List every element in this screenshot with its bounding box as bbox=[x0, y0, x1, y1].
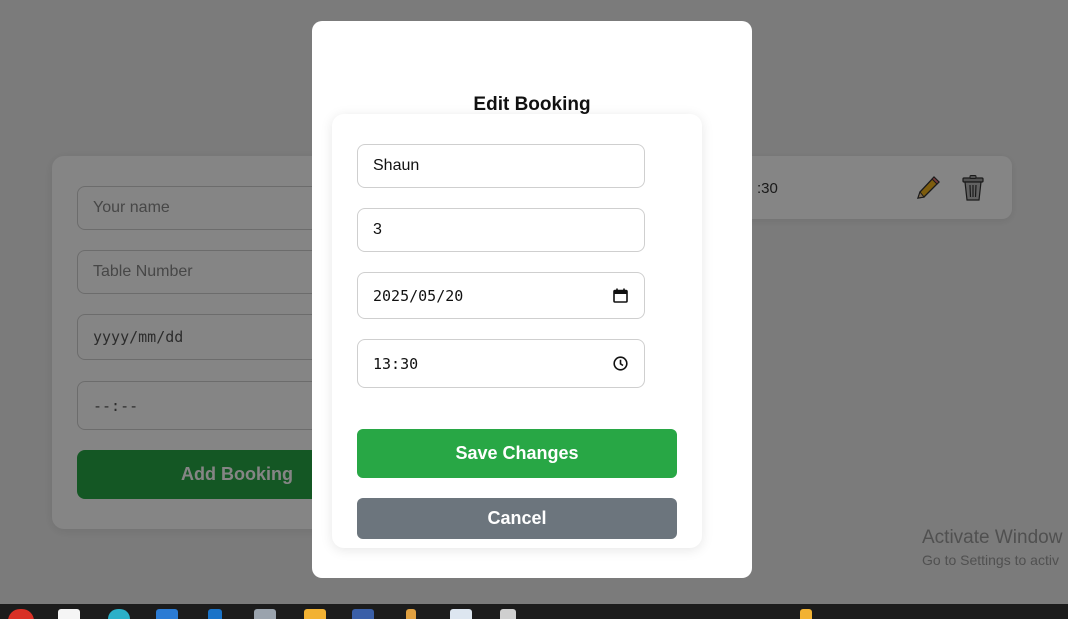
edit-date-value: 2025/05/20 bbox=[373, 286, 464, 305]
app-icon-3[interactable] bbox=[254, 609, 276, 619]
app-icon-1[interactable] bbox=[58, 609, 80, 619]
edit-time-input[interactable]: 13:30 bbox=[357, 339, 645, 388]
clock-icon[interactable] bbox=[613, 356, 628, 371]
edit-table-input[interactable]: 3 bbox=[357, 208, 645, 252]
save-changes-button[interactable]: Save Changes bbox=[357, 429, 677, 478]
weather-icon bbox=[800, 609, 812, 619]
app-icon-5[interactable] bbox=[406, 609, 416, 619]
cancel-button[interactable]: Cancel bbox=[357, 498, 677, 539]
edit-booking-form: Shaun 3 2025/05/20 13:30 Save Changes Ca… bbox=[332, 114, 702, 548]
edit-name-input[interactable]: Shaun bbox=[357, 144, 645, 188]
vscode-icon[interactable] bbox=[156, 609, 178, 619]
file-explorer-icon[interactable] bbox=[304, 609, 326, 619]
modal-title: Edit Booking bbox=[473, 94, 591, 115]
edit-time-value: 13:30 bbox=[373, 354, 419, 373]
edit-table-value: 3 bbox=[373, 221, 382, 238]
app-icon-7[interactable] bbox=[500, 609, 516, 619]
app-icon-2[interactable] bbox=[208, 609, 222, 619]
edit-name-value: Shaun bbox=[373, 157, 420, 174]
app-icon-6[interactable] bbox=[450, 609, 472, 619]
edit-date-input[interactable]: 2025/05/20 bbox=[357, 272, 645, 319]
app-icon-4[interactable] bbox=[352, 609, 374, 619]
edge-icon[interactable] bbox=[108, 609, 130, 619]
calendar-icon[interactable] bbox=[613, 288, 628, 303]
taskbar bbox=[0, 604, 1068, 619]
chrome-icon[interactable] bbox=[8, 609, 34, 619]
edit-booking-modal: Edit Booking Shaun 3 2025/05/20 13:30 Sa… bbox=[312, 21, 752, 578]
